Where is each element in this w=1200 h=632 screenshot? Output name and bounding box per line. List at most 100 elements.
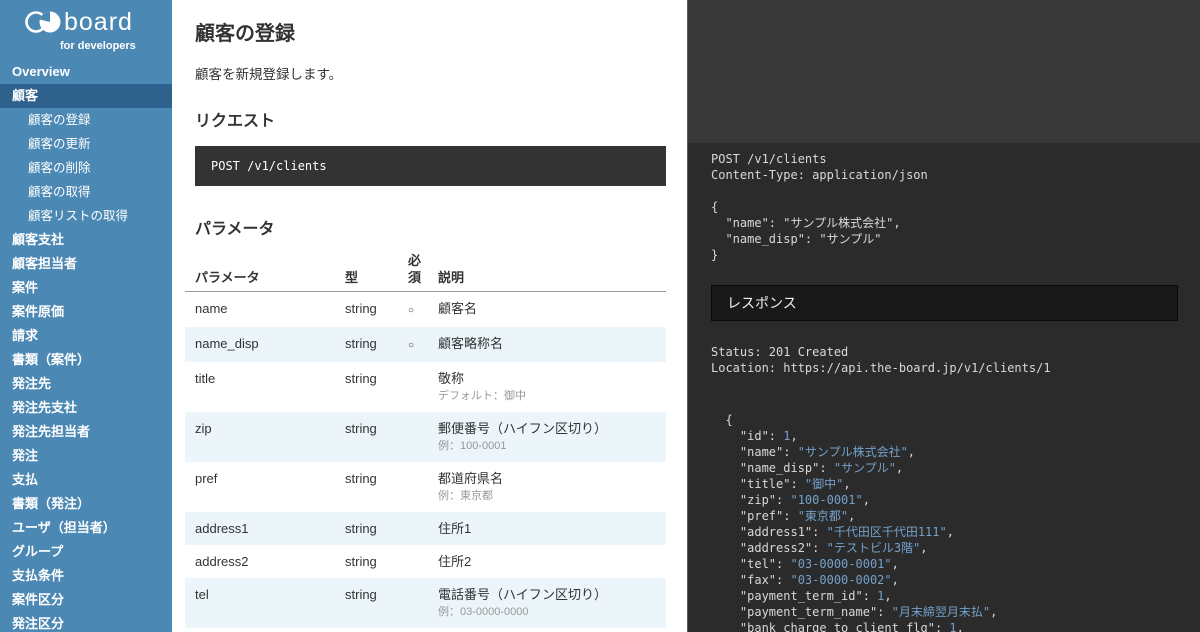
code-line: Location: https://api.the-board.jp/v1/cl… bbox=[711, 360, 1180, 376]
sidebar-item[interactable]: 案件区分 bbox=[0, 588, 172, 612]
param-required-cell: ○ bbox=[398, 292, 428, 328]
sidebar-item[interactable]: 支払条件 bbox=[0, 564, 172, 588]
param-name-cell: pref bbox=[185, 462, 335, 512]
sidebar-item[interactable]: 顧客の登録 bbox=[0, 108, 172, 132]
param-description-cell: FAX（ハイフン区切り） bbox=[428, 628, 666, 632]
sidebar-item[interactable]: 発注 bbox=[0, 444, 172, 468]
table-header-cell: パラメータ bbox=[185, 246, 335, 292]
code-line: "address2": "テストビル3階", bbox=[711, 540, 1180, 556]
table-body: namestring○顧客名name_dispstring○顧客略称名title… bbox=[185, 292, 666, 632]
param-name-cell: name_disp bbox=[185, 327, 335, 362]
param-description-cell: 顧客名 bbox=[428, 292, 666, 328]
sidebar-item[interactable]: 請求 bbox=[0, 324, 172, 348]
required-mark: ○ bbox=[408, 305, 414, 316]
param-required-cell bbox=[398, 545, 428, 578]
page-description: 顧客を新規登録します。 bbox=[195, 66, 666, 84]
response-meta-code: Status: 201 CreatedLocation: https://api… bbox=[688, 321, 1200, 376]
sidebar-item[interactable]: 発注先支社 bbox=[0, 396, 172, 420]
sidebar-item[interactable]: 発注区分 bbox=[0, 612, 172, 632]
page-title: 顧客の登録 bbox=[195, 22, 666, 46]
code-line bbox=[711, 183, 1180, 199]
brand-tagline: for developers bbox=[60, 40, 172, 52]
request-heading: リクエスト bbox=[195, 112, 666, 132]
param-type-cell: string bbox=[335, 292, 398, 328]
sidebar-item[interactable]: 発注先 bbox=[0, 372, 172, 396]
param-required-cell bbox=[398, 512, 428, 545]
sidebar-item[interactable]: 顧客担当者 bbox=[0, 252, 172, 276]
param-description-cell: 住所2 bbox=[428, 545, 666, 578]
code-line: "title": "御中", bbox=[711, 476, 1180, 492]
param-required-cell bbox=[398, 362, 428, 412]
response-label: レスポンス bbox=[727, 295, 797, 311]
sidebar-nav: Overview顧客顧客の登録顧客の更新顧客の削除顧客の取得顧客リストの取得顧客… bbox=[0, 60, 172, 632]
sidebar-item[interactable]: Overview bbox=[0, 60, 172, 84]
param-description: 顧客略称名 bbox=[438, 335, 660, 352]
param-required-cell bbox=[398, 578, 428, 628]
sidebar: board for developers Overview顧客顧客の登録顧客の更… bbox=[0, 0, 172, 632]
response-example-code: { "id": 1, "name": "サンプル株式会社", "name_dis… bbox=[688, 376, 1200, 632]
param-required-cell: ○ bbox=[398, 327, 428, 362]
sidebar-item[interactable]: 顧客支社 bbox=[0, 228, 172, 252]
parameters-heading: パラメータ bbox=[195, 220, 666, 240]
code-line: "name": "サンプル株式会社", bbox=[711, 215, 1180, 231]
param-required-cell bbox=[398, 462, 428, 512]
sidebar-item[interactable]: ユーザ（担当者） bbox=[0, 516, 172, 540]
table-row: address2string住所2 bbox=[185, 545, 666, 578]
param-type-cell: string bbox=[335, 462, 398, 512]
code-line: "bank_charge_to_client_flg": 1, bbox=[711, 620, 1180, 632]
table-header-cell: 型 bbox=[335, 246, 398, 292]
sidebar-item[interactable]: 顧客の削除 bbox=[0, 156, 172, 180]
param-type-cell: string bbox=[335, 412, 398, 462]
param-name-cell: title bbox=[185, 362, 335, 412]
sidebar-item[interactable]: 案件 bbox=[0, 276, 172, 300]
code-line: "id": 1, bbox=[711, 428, 1180, 444]
sidebar-item[interactable]: 顧客 bbox=[0, 84, 172, 108]
param-name-cell: name bbox=[185, 292, 335, 328]
code-line: "payment_term_id": 1, bbox=[711, 588, 1180, 604]
table-row: telstring電話番号（ハイフン区切り）例：03-0000-0000 bbox=[185, 578, 666, 628]
table-row: titlestring 敬称デフォルト：御中 bbox=[185, 362, 666, 412]
table-header-cell: 必須 bbox=[398, 246, 428, 292]
table-header-cell: 説明 bbox=[428, 246, 666, 292]
code-panel: POST /v1/clientsContent-Type: applicatio… bbox=[687, 0, 1200, 632]
sidebar-item[interactable]: 支払 bbox=[0, 468, 172, 492]
sidebar-item[interactable]: 顧客の取得 bbox=[0, 180, 172, 204]
param-description-cell: 顧客略称名 bbox=[428, 327, 666, 362]
code-line: "name_disp": "サンプル" bbox=[711, 231, 1180, 247]
code-line: } bbox=[711, 247, 1180, 263]
sidebar-item[interactable]: 顧客の更新 bbox=[0, 132, 172, 156]
param-description-cell: 郵便番号（ハイフン区切り）例：100-0001 bbox=[428, 412, 666, 462]
code-line: { bbox=[711, 199, 1180, 215]
table-row: address1string 住所1 bbox=[185, 512, 666, 545]
request-example-code: POST /v1/clientsContent-Type: applicatio… bbox=[688, 143, 1200, 263]
sidebar-item[interactable]: 発注先担当者 bbox=[0, 420, 172, 444]
table-row: name_dispstring○顧客略称名 bbox=[185, 327, 666, 362]
param-description: 住所1 bbox=[438, 520, 660, 537]
code-line: POST /v1/clients bbox=[711, 151, 1180, 167]
board-logo[interactable]: board for developers bbox=[0, 0, 172, 52]
sidebar-item[interactable]: 書類（案件） bbox=[0, 348, 172, 372]
param-description: 電話番号（ハイフン区切り） bbox=[438, 586, 660, 603]
param-type-cell: string bbox=[335, 362, 398, 412]
code-line: "fax": "03-0000-0002", bbox=[711, 572, 1180, 588]
sidebar-item[interactable]: 顧客リストの取得 bbox=[0, 204, 172, 228]
param-description-cell: 敬称デフォルト：御中 bbox=[428, 362, 666, 412]
param-type-cell: string bbox=[335, 512, 398, 545]
param-description: 顧客名 bbox=[438, 300, 660, 317]
code-line: "payment_term_name": "月末締翌月末払", bbox=[711, 604, 1180, 620]
required-mark: ○ bbox=[408, 340, 414, 351]
parameters-table: パラメータ型必須説明 namestring○顧客名name_dispstring… bbox=[185, 246, 666, 632]
sidebar-item[interactable]: 書類（発注） bbox=[0, 492, 172, 516]
sidebar-item[interactable]: グループ bbox=[0, 540, 172, 564]
param-description: 敬称 bbox=[438, 370, 660, 387]
code-line: "name": "サンプル株式会社", bbox=[711, 444, 1180, 460]
param-name-cell: zip bbox=[185, 412, 335, 462]
table-row: zipstring 郵便番号（ハイフン区切り）例：100-0001 bbox=[185, 412, 666, 462]
param-name-cell: address1 bbox=[185, 512, 335, 545]
param-name-cell: tel bbox=[185, 578, 335, 628]
param-description-cell: 都道府県名例：東京都 bbox=[428, 462, 666, 512]
param-required-cell bbox=[398, 628, 428, 632]
param-name-cell: fax bbox=[185, 628, 335, 632]
sidebar-item[interactable]: 案件原価 bbox=[0, 300, 172, 324]
code-line: Status: 201 Created bbox=[711, 344, 1180, 360]
